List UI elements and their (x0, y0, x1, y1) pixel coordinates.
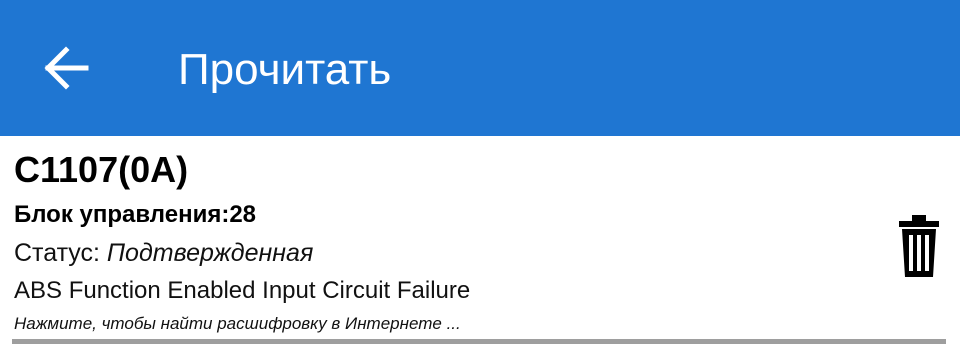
dtc-status-value: Подтвержденная (106, 239, 314, 267)
delete-button[interactable] (896, 214, 942, 278)
arrow-left-icon (44, 46, 89, 90)
dtc-control-unit: Блок управления:28 (14, 201, 257, 228)
app-bar: Прочитать (0, 0, 960, 136)
dtc-list-item[interactable]: C1107(0A) Блок управления:28 Статус: Под… (0, 136, 960, 356)
dtc-description: ABS Function Enabled Input Circuit Failu… (14, 277, 471, 304)
divider (12, 339, 946, 344)
dtc-status-label: Статус: (14, 239, 107, 267)
back-button[interactable] (40, 42, 92, 94)
dtc-search-hint[interactable]: Нажмите, чтобы найти расшифровку в Интер… (14, 313, 461, 335)
trash-icon (899, 215, 939, 277)
page-title: Прочитать (178, 45, 392, 94)
dtc-code: C1107(0A) (14, 149, 189, 190)
dtc-status: Статус: Подтвержденная (14, 237, 313, 269)
